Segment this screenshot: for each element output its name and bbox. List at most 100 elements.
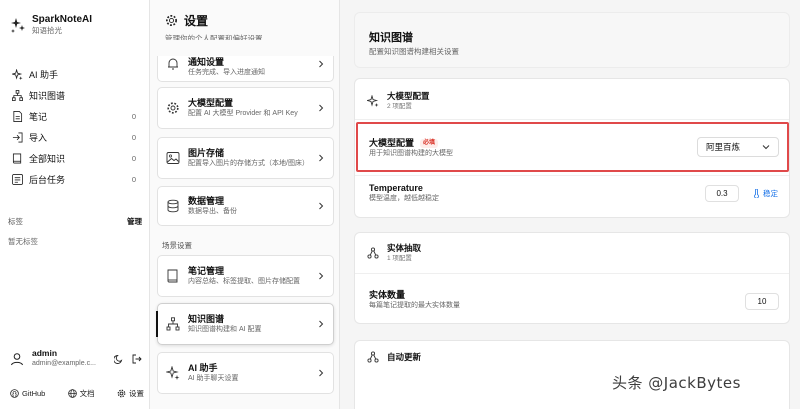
entity-max-input[interactable]: 10 bbox=[745, 293, 779, 310]
chevron-right-icon bbox=[319, 104, 324, 112]
user-name: admin bbox=[32, 348, 58, 358]
docs-link[interactable]: 文档 bbox=[67, 388, 95, 399]
sidebar-item-notes[interactable]: 笔记 0 bbox=[8, 106, 140, 127]
card-desc: AI 助手聊天设置 bbox=[188, 375, 239, 382]
sidebar-item-background-tasks[interactable]: 后台任务 0 bbox=[8, 169, 140, 190]
sidebar-item-ai-assistant[interactable]: AI 助手 bbox=[8, 64, 140, 85]
card-desc: 配置导入图片的存储方式（本地/图床） bbox=[188, 160, 309, 167]
scene-section-label: 场景设置 bbox=[162, 241, 192, 250]
entity-max-label: 实体数量 bbox=[369, 290, 406, 300]
settings-card-knowledge-graph[interactable]: 知识图谱 知识图谱构建和 AI 配置 bbox=[157, 303, 334, 345]
active-indicator bbox=[156, 311, 158, 337]
settings-card-ai-assistant[interactable]: AI 助手 AI 助手聊天设置 bbox=[157, 352, 334, 394]
entity-section-count: 1 项配置 bbox=[387, 255, 412, 262]
sidebar-item-label: 知识图谱 bbox=[29, 91, 66, 101]
app-name: SparkNoteAI bbox=[32, 14, 93, 25]
docs-label: 文档 bbox=[79, 389, 95, 398]
settings-card-note-management[interactable]: 笔记管理 内容总结、标签提取、图片存储配置 bbox=[157, 255, 334, 297]
tasks-icon bbox=[12, 174, 23, 185]
tags-header: 标签 管理 bbox=[8, 216, 142, 227]
kg-subtitle: 配置知识图谱构建相关设置 bbox=[369, 47, 459, 56]
chevron-right-icon bbox=[319, 154, 324, 162]
card-title: 图片存储 bbox=[188, 148, 225, 158]
card-title: 笔记管理 bbox=[188, 266, 225, 276]
settings-card-image-storage[interactable]: 图片存储 配置导入图片的存储方式（本地/图床） bbox=[157, 137, 334, 179]
card-desc: 知识图谱构建和 AI 配置 bbox=[188, 326, 262, 333]
card-title: 大模型配置 bbox=[188, 98, 234, 108]
temperature-setting-label: Temperature 模型温度，越低越稳定 bbox=[369, 182, 439, 204]
sparkle-logo-icon bbox=[11, 18, 25, 33]
sidebar-item-import[interactable]: 导入 0 bbox=[8, 127, 140, 148]
entity-section-title: 实体抽取 bbox=[387, 243, 422, 253]
watermark: 头条 @JackBytes bbox=[612, 374, 741, 392]
settings-label: 设置 bbox=[129, 389, 144, 398]
temperature-label: Temperature bbox=[369, 183, 423, 193]
card-desc: 配置 AI 大模型 Provider 和 API Key bbox=[188, 110, 298, 117]
divider bbox=[355, 175, 789, 176]
sidebar-item-count: 0 bbox=[131, 133, 136, 142]
settings-card-llm[interactable]: 大模型配置 配置 AI 大模型 Provider 和 API Key bbox=[157, 87, 334, 129]
logout-icon[interactable] bbox=[132, 354, 142, 364]
tags-manage-link[interactable]: 管理 bbox=[127, 216, 142, 227]
database-icon bbox=[167, 199, 179, 213]
sparkle-icon bbox=[12, 69, 23, 80]
app-tagline: 知语拾光 bbox=[32, 26, 62, 35]
user-profile[interactable]: admin admin@example.c... bbox=[10, 348, 142, 369]
kg-header: 知识图谱 配置知识图谱构建相关设置 bbox=[354, 12, 790, 68]
sparkle-icon bbox=[166, 366, 180, 380]
graph-icon bbox=[166, 317, 180, 331]
settings-link[interactable]: 设置 bbox=[117, 388, 144, 399]
user-icon bbox=[11, 352, 23, 365]
chevron-right-icon bbox=[319, 60, 324, 68]
entity-max-desc: 每篇笔记提取的最大实体数量 bbox=[369, 302, 460, 309]
thermometer-icon bbox=[754, 189, 759, 198]
sidebar-item-label: 后台任务 bbox=[29, 175, 66, 185]
chevron-right-icon bbox=[319, 369, 324, 377]
sidebar-item-knowledge-graph[interactable]: 知识图谱 bbox=[8, 85, 140, 106]
sidebar-item-label: AI 助手 bbox=[29, 70, 59, 80]
divider bbox=[355, 273, 789, 274]
auto-update-title: 自动更新 bbox=[387, 351, 422, 362]
card-title: AI 助手 bbox=[188, 363, 218, 373]
temperature-desc: 模型温度，越低越稳定 bbox=[369, 195, 439, 202]
highlight-box bbox=[356, 122, 789, 172]
card-desc: 任务完成、导入进度通知 bbox=[188, 69, 265, 76]
entity-max-setting-label: 实体数量 每篇笔记提取的最大实体数量 bbox=[369, 289, 460, 311]
note-icon bbox=[13, 111, 23, 122]
no-tags-text: 暂无标签 bbox=[8, 237, 38, 246]
kg-title: 知识图谱 bbox=[369, 32, 413, 44]
graph-icon bbox=[367, 247, 379, 259]
sidebar-item-count: 0 bbox=[131, 154, 136, 163]
gear-icon bbox=[167, 102, 179, 114]
settings-card-data[interactable]: 数据管理 数据导出、备份 bbox=[157, 186, 334, 226]
settings-panel: 设置 管理你的个人配置和偏好设置 通知设置 任务完成、导入进度通知 大模型配置 … bbox=[150, 0, 340, 409]
image-icon bbox=[166, 152, 180, 164]
bell-icon bbox=[168, 58, 178, 70]
brand[interactable]: SparkNoteAI 知语拾光 bbox=[10, 14, 92, 36]
chevron-right-icon bbox=[319, 320, 324, 328]
settings-title: 设置 bbox=[184, 14, 209, 28]
moon-icon[interactable] bbox=[114, 354, 124, 364]
gear-icon bbox=[166, 15, 177, 26]
sidebar-item-label: 导入 bbox=[29, 133, 48, 143]
user-email: admin@example.c... bbox=[32, 360, 96, 367]
sidebar-item-count: 0 bbox=[131, 175, 136, 184]
entity-section: 实体抽取 1 项配置 实体数量 每篇笔记提取的最大实体数量 10 bbox=[354, 232, 790, 324]
knowledge-graph-settings: 知识图谱 配置知识图谱构建相关设置 大模型配置 2 项配置 大模型配置 必填 用… bbox=[340, 0, 800, 409]
github-link[interactable]: GitHub bbox=[10, 388, 45, 399]
card-title: 数据管理 bbox=[188, 196, 225, 206]
temperature-badge: 稳定 bbox=[753, 188, 778, 199]
book-icon bbox=[12, 153, 22, 164]
temperature-input[interactable]: 0.3 bbox=[705, 185, 739, 202]
graph-icon bbox=[12, 90, 23, 101]
llm-section-count: 2 项配置 bbox=[387, 103, 412, 110]
sidebar-item-count: 0 bbox=[131, 112, 136, 121]
import-icon bbox=[12, 132, 23, 143]
scroll-mask bbox=[150, 40, 339, 56]
sidebar-nav: AI 助手 知识图谱 笔记 0 导入 0 全部知识 0 后台任务 0 bbox=[8, 64, 140, 190]
graph-icon bbox=[367, 351, 379, 363]
card-title: 知识图谱 bbox=[188, 314, 225, 324]
sidebar: SparkNoteAI 知语拾光 AI 助手 知识图谱 笔记 0 导入 0 全部… bbox=[0, 0, 150, 409]
temperature-badge-label: 稳定 bbox=[763, 189, 778, 198]
sidebar-item-all-knowledge[interactable]: 全部知识 0 bbox=[8, 148, 140, 169]
